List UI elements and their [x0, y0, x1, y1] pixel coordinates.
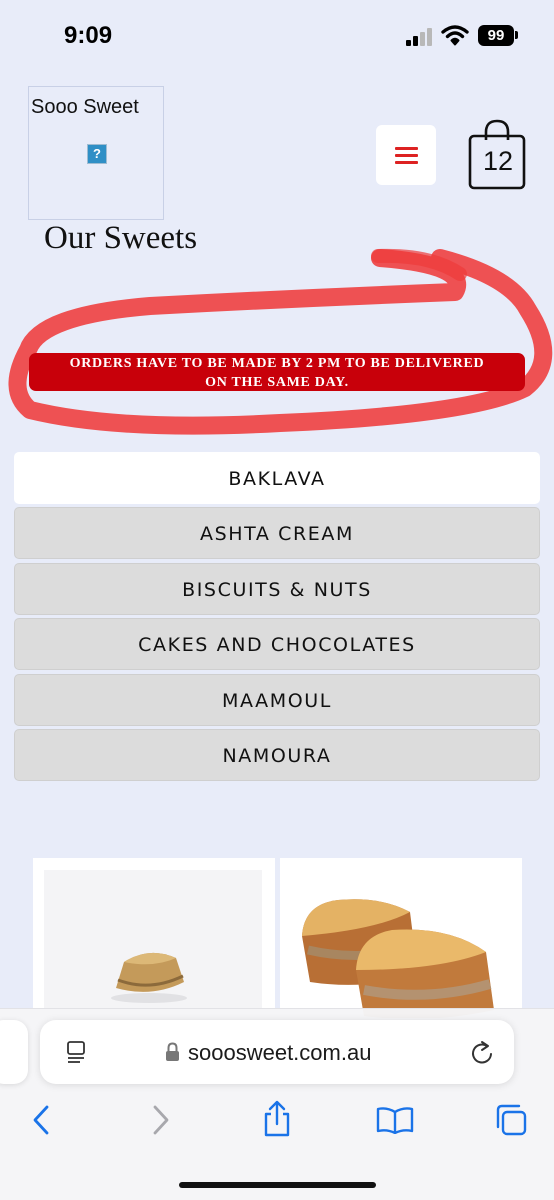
broken-image-icon: ?: [87, 144, 107, 164]
status-bar: 9:09 99: [0, 0, 554, 72]
tabs-icon[interactable]: [494, 1103, 528, 1137]
battery-nub: [515, 31, 518, 39]
category-list: BAKLAVA ASHTA CREAM BISCUITS & NUTS CAKE…: [14, 452, 540, 784]
home-indicator: [179, 1182, 376, 1188]
forward-icon[interactable]: [150, 1104, 172, 1136]
signal-icon: [406, 28, 434, 46]
category-namoura[interactable]: NAMOURA: [14, 728, 540, 781]
hamburger-menu-button[interactable]: [376, 125, 436, 185]
product-card[interactable]: [280, 858, 522, 1018]
category-baklava[interactable]: BAKLAVA: [14, 452, 540, 504]
back-icon[interactable]: [30, 1104, 52, 1136]
share-icon[interactable]: [261, 1100, 293, 1138]
notice-line-1: ORDERS HAVE TO BE MADE BY 2 PM TO BE DEL…: [69, 356, 485, 371]
site-logo[interactable]: Sooo Sweet ?: [28, 86, 164, 220]
baklava-piece-image: [111, 952, 187, 1003]
reload-icon[interactable]: [470, 1040, 494, 1066]
notice-line-2: ON THE SAME DAY.: [205, 375, 349, 390]
wifi-icon: [441, 25, 469, 46]
cart-count: 12: [482, 146, 514, 176]
previous-tab-preview[interactable]: [0, 1020, 28, 1084]
highlight-scribble: [8, 248, 553, 435]
category-maamoul[interactable]: MAAMOUL: [14, 673, 540, 726]
url-text[interactable]: sooosweet.com.au: [188, 1040, 371, 1066]
status-time: 9:09: [64, 22, 113, 49]
battery-indicator: 99: [478, 25, 514, 46]
category-cakes-chocolates[interactable]: CAKES AND CHOCOLATES: [14, 618, 540, 671]
category-ashta-cream[interactable]: ASHTA CREAM: [14, 507, 540, 560]
lock-icon: [166, 1042, 179, 1061]
reader-icon[interactable]: [64, 1040, 88, 1064]
product-card[interactable]: [33, 858, 275, 1018]
delivery-notice-banner: ORDERS HAVE TO BE MADE BY 2 PM TO BE DEL…: [29, 353, 525, 391]
baklava-pair-image: [302, 899, 494, 1018]
product-image: [44, 870, 262, 1018]
category-biscuits-nuts[interactable]: BISCUITS & NUTS: [14, 562, 540, 615]
bookmarks-icon[interactable]: [376, 1106, 414, 1134]
logo-text: Sooo Sweet: [31, 96, 139, 118]
